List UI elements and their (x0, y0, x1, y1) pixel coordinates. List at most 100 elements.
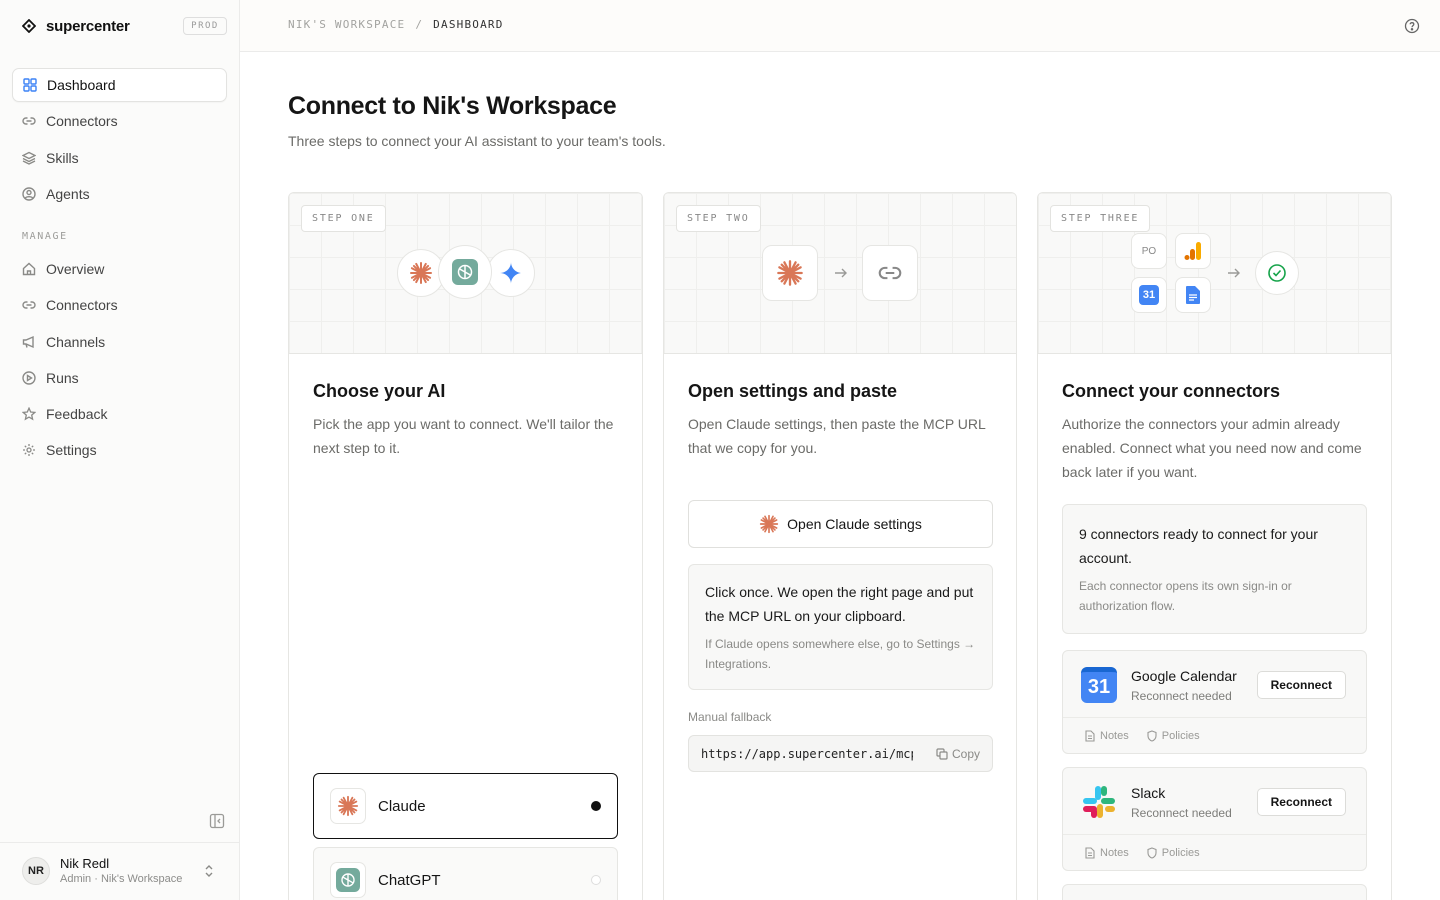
shield-icon (1147, 846, 1157, 859)
ai-option-label: Claude (378, 797, 426, 815)
success-circle (1255, 251, 1299, 295)
gemini-logo-circle (487, 249, 535, 297)
avatar: NR (22, 857, 50, 885)
step-badge: STEP TWO (676, 205, 761, 232)
button-label: Open Claude settings (787, 516, 922, 532)
nav-item-dashboard[interactable]: Dashboard (12, 68, 227, 102)
ai-option-claude[interactable]: Claude (313, 773, 618, 839)
connector-card-google-calendar: 31 Google Calendar Reconnect needed Reco… (1062, 650, 1367, 754)
open-claude-settings-button[interactable]: Open Claude settings (688, 500, 993, 548)
chatgpt-logo (330, 862, 366, 898)
reconnect-button[interactable]: Reconnect (1256, 671, 1346, 699)
grid-icon (23, 78, 37, 92)
nav-item-label: Agents (46, 186, 90, 202)
step-title: Open settings and paste (688, 381, 898, 401)
po-label: PO (1141, 245, 1157, 257)
nav-item-label: Settings (46, 442, 97, 458)
clipboard-info-box: Click once. We open the right page and p… (688, 564, 993, 690)
nav-item-label: Runs (46, 370, 79, 386)
connectors-ready-box: 9 connectors ready to connect for your a… (1062, 504, 1367, 634)
step-two-illustration: STEP TWO (664, 193, 1016, 354)
info-note-text: If Claude opens somewhere else, go to Se… (705, 637, 976, 671)
nav-item-feedback[interactable]: Feedback (12, 397, 227, 431)
step-description: Open Claude settings, then paste the MCP… (688, 416, 986, 456)
gemini-icon (500, 262, 522, 284)
link-tile (862, 245, 918, 301)
nav-item-skills[interactable]: Skills (12, 141, 227, 175)
ai-option-chatgpt[interactable]: ChatGPT (313, 847, 618, 900)
link-icon (22, 117, 36, 125)
nav-item-label: Overview (46, 261, 105, 277)
claude-logo (330, 788, 366, 824)
layers-icon (22, 151, 36, 165)
reconnect-button[interactable]: Reconnect (1256, 788, 1346, 816)
notes-link[interactable]: Notes (1085, 730, 1129, 742)
chevron-updown-icon (205, 865, 213, 877)
mcp-url-field[interactable]: https://app.supercenter.ai/mcp Copy (688, 735, 993, 772)
connector-name: Google Calendar (1131, 668, 1237, 684)
radio-unselected[interactable] (591, 875, 601, 885)
step-badge: STEP THREE (1050, 205, 1151, 232)
step-description: Pick the app you want to connect. We'll … (313, 416, 614, 456)
link-icon (22, 301, 36, 309)
breadcrumb-workspace[interactable]: NIK'S WORKSPACE (288, 18, 405, 31)
claude-icon (410, 262, 432, 284)
step-description: Authorize the connectors your admin alre… (1062, 416, 1362, 480)
nav-item-runs[interactable]: Runs (12, 361, 227, 395)
page-subtitle: Three steps to connect your AI assistant… (288, 133, 666, 149)
google-docs-icon (1186, 286, 1200, 304)
shield-icon (1147, 729, 1157, 742)
nav-item-connectors[interactable]: Connectors (12, 104, 227, 138)
connector-status: Reconnect needed (1131, 689, 1232, 703)
step-two-card: STEP TWO Open settings and paste Open Cl… (663, 192, 1017, 900)
brand[interactable]: supercenter (22, 16, 130, 36)
nav-item-channels[interactable]: Channels (12, 325, 227, 359)
user-menu[interactable]: NR Nik Redl Admin · Nik's Workspace (0, 842, 239, 900)
file-icon (1085, 729, 1095, 742)
analytics-icon (1184, 242, 1201, 260)
info-main-text: Click once. We open the right page and p… (705, 584, 974, 624)
user-subtitle: Admin · Nik's Workspace (60, 873, 183, 885)
nav-item-overview[interactable]: Overview (12, 252, 227, 286)
nav-item-label: Feedback (46, 406, 108, 422)
logo-icon (22, 19, 36, 33)
policies-link[interactable]: Policies (1147, 847, 1200, 859)
connector-card-next (1062, 884, 1367, 900)
google-calendar-icon: 31 (1081, 667, 1117, 703)
step-title: Connect your connectors (1062, 381, 1281, 401)
sidebar-collapse-icon (209, 813, 225, 829)
nav-item-label: Connectors (46, 297, 118, 313)
chatgpt-logo-circle (438, 245, 492, 299)
notes-label: Notes (1100, 729, 1129, 742)
claude-icon (337, 795, 359, 817)
page-title: Connect to Nik's Workspace (288, 92, 617, 120)
brand-name: supercenter (46, 17, 130, 35)
analytics-connector-tile (1175, 233, 1211, 269)
star-icon (22, 407, 36, 421)
breadcrumb: NIK'S WORKSPACE / DASHBOARD (288, 18, 504, 31)
policies-link[interactable]: Policies (1147, 730, 1200, 742)
notes-link[interactable]: Notes (1085, 847, 1129, 859)
user-circle-icon (22, 187, 36, 201)
arrow-right-icon (1228, 268, 1240, 278)
file-icon (1085, 846, 1095, 859)
nav-item-label: Channels (46, 334, 106, 350)
radio-selected[interactable] (591, 801, 601, 811)
copy-button[interactable]: Copy (936, 747, 980, 761)
manual-fallback-label: Manual fallback (688, 710, 772, 724)
collapse-sidebar-button[interactable] (209, 813, 225, 834)
step-one-card: STEP ONE Choose your AI Pick the app you… (288, 192, 643, 900)
top-bar: NIK'S WORKSPACE / DASHBOARD (240, 0, 1440, 52)
chatgpt-icon (336, 868, 360, 892)
nav-item-manage-connectors[interactable]: Connectors (12, 288, 227, 322)
nav-item-agents[interactable]: Agents (12, 177, 227, 211)
mcp-url-text[interactable]: https://app.supercenter.ai/mcp (701, 747, 913, 761)
breadcrumb-separator: / (415, 18, 424, 31)
nav-item-settings[interactable]: Settings (12, 433, 227, 467)
copy-label: Copy (951, 747, 980, 761)
check-circle-icon (1268, 264, 1286, 282)
ai-option-label: ChatGPT (378, 871, 441, 889)
help-button[interactable] (1404, 18, 1420, 39)
notes-label: Notes (1100, 846, 1129, 859)
slack-icon (1083, 786, 1115, 818)
